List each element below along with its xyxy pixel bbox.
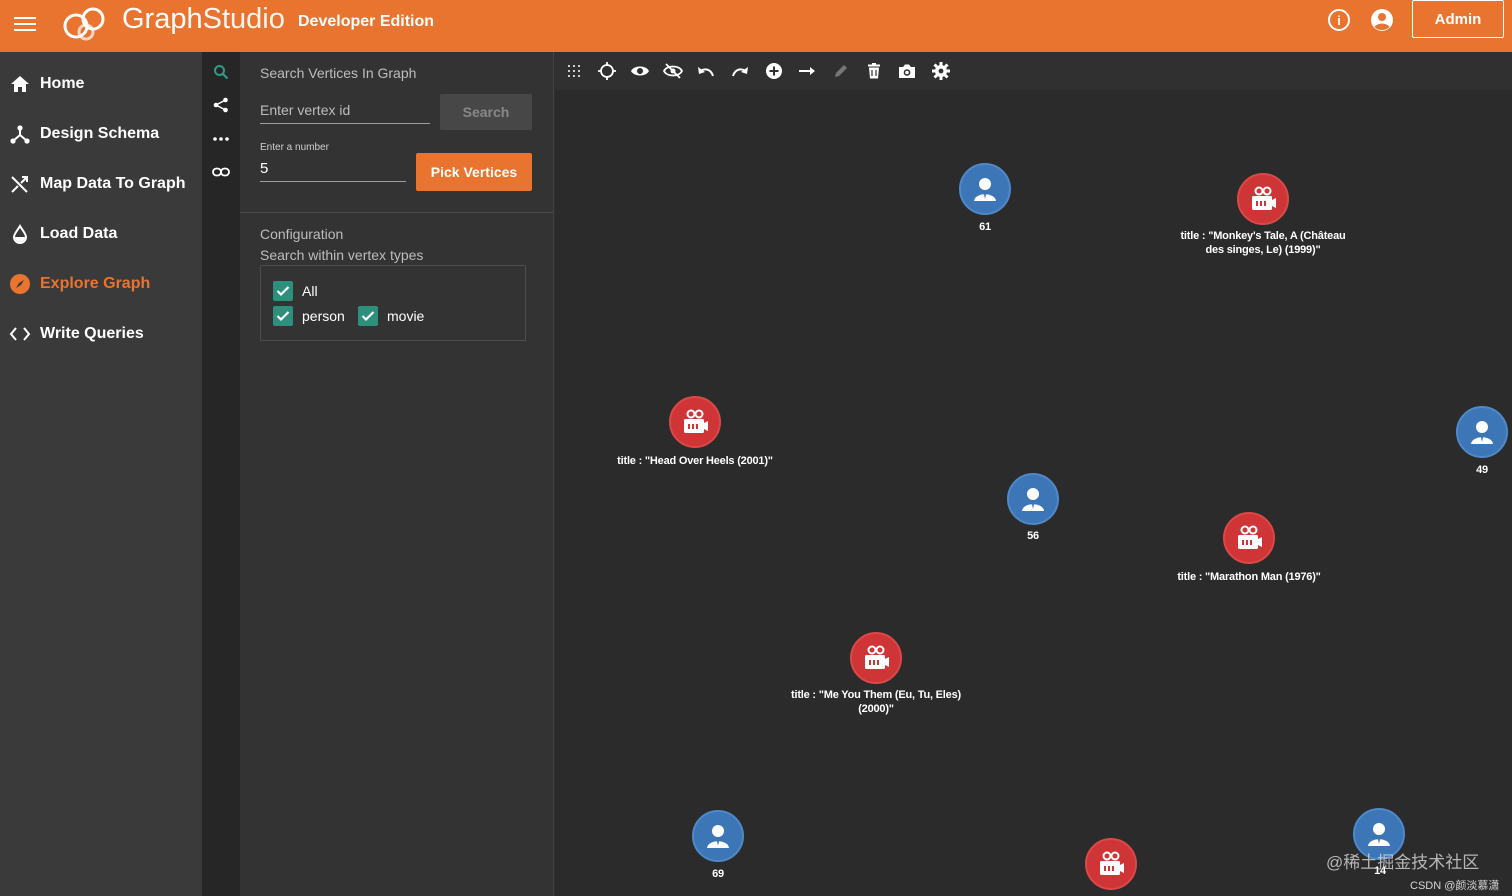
person-icon bbox=[1471, 421, 1493, 444]
sidebar-item-load-data[interactable]: Load Data bbox=[0, 214, 202, 254]
top-bar: GraphStudio Developer Edition i Admin bbox=[0, 0, 1512, 52]
checkbox-movie[interactable]: movie bbox=[358, 306, 424, 326]
vertex-label: 56 bbox=[1027, 530, 1039, 542]
menu-icon[interactable] bbox=[14, 12, 38, 36]
checkbox-label: person bbox=[302, 308, 345, 324]
sidebar-item-label: Map Data To Graph bbox=[40, 175, 186, 192]
movie-icon bbox=[1252, 186, 1276, 210]
sidebar-item-write-queries[interactable]: Write Queries bbox=[0, 314, 202, 354]
check-icon bbox=[273, 281, 293, 301]
checkbox-person[interactable]: person bbox=[273, 306, 345, 326]
shuffle-icon bbox=[0, 174, 40, 194]
person-vertex[interactable] bbox=[692, 810, 744, 862]
graph-toolbar bbox=[555, 52, 1512, 90]
share-icon[interactable] bbox=[211, 95, 231, 115]
number-input[interactable] bbox=[260, 156, 406, 182]
person-vertex[interactable] bbox=[959, 163, 1011, 215]
sidebar-item-explore-graph[interactable]: Explore Graph bbox=[0, 264, 202, 304]
person-icon bbox=[974, 178, 996, 201]
graphstudio-logo-icon bbox=[63, 7, 105, 41]
edit-icon[interactable] bbox=[831, 61, 851, 81]
watermark-text: @稀土掘金技术社区 bbox=[1326, 853, 1480, 872]
graph-canvas[interactable]: 61 title : "Monkey's Tale, A (Château de… bbox=[555, 52, 1512, 896]
movie-vertex[interactable] bbox=[850, 632, 902, 684]
movie-icon bbox=[865, 645, 889, 669]
brand-name: GraphStudio bbox=[122, 3, 285, 35]
sidebar: Home Design Schema Map Data To Graph Loa… bbox=[0, 52, 202, 896]
compass-icon bbox=[0, 273, 40, 295]
person-icon bbox=[1022, 488, 1044, 511]
delete-icon[interactable] bbox=[864, 61, 884, 81]
sidebar-item-design-schema[interactable]: Design Schema bbox=[0, 114, 202, 154]
vertex-label: 49 bbox=[1476, 464, 1488, 476]
admin-button[interactable]: Admin bbox=[1412, 0, 1504, 38]
vertex-id-input[interactable] bbox=[260, 96, 430, 124]
settings-icon[interactable] bbox=[931, 61, 951, 81]
home-icon bbox=[0, 74, 40, 94]
sidebar-item-label: Load Data bbox=[40, 225, 118, 242]
locate-icon[interactable] bbox=[597, 61, 617, 81]
number-field-label: Enter a number bbox=[260, 142, 329, 153]
movie-vertex[interactable] bbox=[669, 396, 721, 448]
movie-vertex[interactable] bbox=[1237, 173, 1289, 225]
search-vertices-panel: Search Vertices In Graph Search Enter a … bbox=[240, 52, 554, 896]
sidebar-item-label: Design Schema bbox=[40, 125, 160, 142]
search-button[interactable]: Search bbox=[440, 94, 532, 130]
drop-icon bbox=[0, 224, 40, 244]
vertex-label: 61 bbox=[979, 221, 991, 233]
pick-vertices-button[interactable]: Pick Vertices bbox=[416, 153, 532, 191]
redo-icon[interactable] bbox=[730, 61, 750, 81]
panel-title: Search Vertices In Graph bbox=[260, 65, 417, 81]
search-icon[interactable] bbox=[211, 62, 231, 82]
show-icon[interactable] bbox=[630, 61, 650, 81]
sidebar-item-home[interactable]: Home bbox=[0, 64, 202, 104]
person-icon bbox=[1368, 823, 1390, 846]
more-horizontal-icon[interactable] bbox=[211, 129, 231, 149]
undo-icon[interactable] bbox=[696, 61, 716, 81]
add-vertex-icon[interactable] bbox=[764, 61, 784, 81]
vertex-label: title : "Head Over Heels (2001)" bbox=[617, 455, 773, 467]
credit-text: CSDN @颜淡慕潇 bbox=[1410, 880, 1500, 892]
explore-tools-rail bbox=[202, 52, 240, 896]
movie-icon bbox=[684, 409, 708, 433]
vertex-label: title : "Monkey's Tale, A (Château des s… bbox=[1180, 230, 1346, 256]
movie-vertex[interactable] bbox=[1223, 512, 1275, 564]
vertex-type-filter: All person movie bbox=[260, 265, 526, 341]
add-edge-icon[interactable] bbox=[797, 61, 817, 81]
info-icon[interactable]: i bbox=[1328, 9, 1350, 31]
movie-icon bbox=[1238, 525, 1262, 549]
checkbox-all[interactable]: All bbox=[273, 281, 318, 301]
check-icon bbox=[358, 306, 378, 326]
account-icon[interactable] bbox=[1370, 8, 1394, 32]
grid-icon[interactable] bbox=[564, 61, 584, 81]
checkbox-label: All bbox=[302, 283, 318, 299]
person-vertex[interactable] bbox=[1456, 406, 1508, 458]
check-icon bbox=[273, 306, 293, 326]
screenshot-icon[interactable] bbox=[897, 61, 917, 81]
configuration-heading: Configuration bbox=[260, 226, 344, 242]
edition-label: Developer Edition bbox=[298, 13, 435, 30]
sidebar-item-label: Home bbox=[40, 75, 85, 92]
code-icon bbox=[0, 324, 40, 344]
vertex-label: title : "Marathon Man (1976)" bbox=[1177, 571, 1321, 583]
panel-divider bbox=[240, 212, 553, 213]
sidebar-item-map-data[interactable]: Map Data To Graph bbox=[0, 164, 202, 204]
checkbox-label: movie bbox=[387, 308, 425, 324]
movie-vertex[interactable] bbox=[1085, 838, 1137, 890]
hide-icon[interactable] bbox=[663, 61, 683, 81]
person-vertex[interactable] bbox=[1007, 473, 1059, 525]
vertex-label: 69 bbox=[712, 868, 724, 880]
sidebar-item-label: Explore Graph bbox=[40, 275, 151, 292]
schema-icon bbox=[0, 124, 40, 144]
sidebar-item-label: Write Queries bbox=[40, 325, 144, 342]
person-icon bbox=[707, 825, 729, 848]
vertex-label: title : "Me You Them (Eu, Tu, Eles) (200… bbox=[791, 689, 961, 715]
configuration-subheading: Search within vertex types bbox=[260, 247, 424, 263]
link-icon[interactable] bbox=[211, 162, 231, 182]
movie-icon bbox=[1100, 851, 1124, 875]
